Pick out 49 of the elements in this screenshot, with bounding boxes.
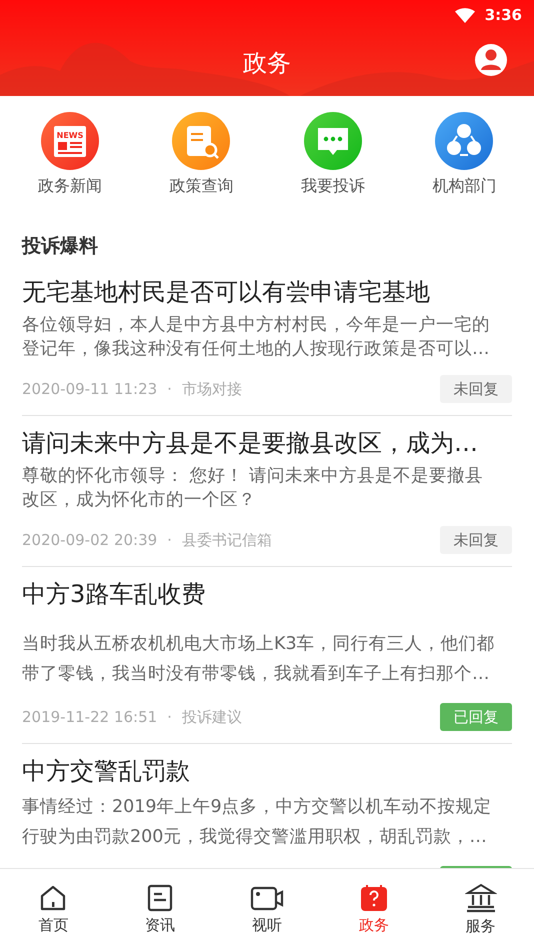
question-calendar-icon[interactable] [360,884,388,912]
post-category: 县委书记信箱 [182,530,272,550]
post-excerpt: 带了零钱，我当时没有带零钱，我就看到车子上有扫那个… [22,663,490,686]
post-excerpt: 行驶为由罚款200元，我觉得交警滥用职权，胡乱罚款，… [22,826,488,849]
wifi-icon [454,8,475,22]
document-search-icon[interactable] [172,112,230,170]
post-category: 市场对接 [182,380,242,398]
separator-dot: · [167,708,172,726]
nav-tab[interactable]: 政务 [320,869,428,949]
nav-tab[interactable]: 视听 [214,869,320,949]
post-title: 请问未来中方县是不是要撤县改区，成为… [22,428,479,459]
post-excerpt: 当时我从五桥农机机电大市场上K3车，同行有三人，他们都 [22,633,496,656]
shortcut-label[interactable]: 政务新闻 [38,176,102,197]
group-icon[interactable] [435,112,494,170]
post-excerpt: 各位领导妇，本人是中方县中方村村民，今年是一户一宅的 [22,314,491,337]
shortcut-label[interactable]: 政策查询 [169,176,234,197]
home-icon[interactable] [39,884,68,912]
newspaper-icon[interactable]: NEWS [40,112,99,170]
post-item[interactable]: 中方3路车乱收费 当时我从五桥农机机电大市场上K3车，同行有三人，他们都 带了零钱，我当时没有带零钱，我就看到车子上有扫那个… 2019-11-22 16:51 · 投诉建议 已回复 [22,567,512,744]
chat-bubble-icon[interactable] [304,112,362,170]
reply-status: 已回复 [440,703,512,731]
post-title: 中方交警乱罚款 [22,756,191,787]
post-date: 2020-09-02 20:39 [22,531,158,549]
section-title: 投诉爆料 [22,234,99,259]
reply-status: 未回复 [440,526,512,554]
document-icon[interactable] [146,884,174,912]
post-item[interactable]: 无宅基地村民是否可以有尝申请宅基地 各位领导妇，本人是中方县中方村村民，今年是一户一宅的 登记年，像我这种没有任何土地的人按现行政策是否可以… 2020-09-11 11:23 · 市场对接 未回复 [22,265,512,416]
post-excerpt: 尊敬的怀化市领导： 您好！ 请问未来中方县是不是要撤县 [22,465,484,488]
post-category: 投诉建议 [182,708,242,726]
post-excerpt: 登记年，像我这种没有任何土地的人按现行政策是否可以… [22,338,490,361]
shortcut-label[interactable]: 我要投诉 [300,176,365,197]
post-title: 无宅基地村民是否可以有尝申请宅基地 [22,277,431,308]
reply-status: 未回复 [440,375,512,403]
nav-tab[interactable]: 服务 [427,869,534,949]
post-title: 中方3路车乱收费 [22,579,206,610]
status-time: 3:36 [484,6,522,24]
post-item[interactable]: 请问未来中方县是不是要撤县改区，成为… 尊敬的怀化市领导： 您好！ 请问未来中方县是不是要撤县 改区，成为怀化市的一个区？ 2020-09-02 20:39 · 县委书记信箱 未回复 [22,416,512,567]
nav-tab[interactable]: 资讯 [106,869,214,949]
separator-dot: · [167,531,172,549]
bank-building-icon[interactable] [464,882,497,912]
shortcut-label[interactable]: 机构部门 [432,176,496,197]
post-date: 2020-09-11 11:23 [22,380,158,398]
user-avatar-icon[interactable] [474,43,508,77]
post-excerpt: 改区，成为怀化市的一个区？ [22,489,257,512]
nav-tab[interactable]: 首页 [0,869,107,949]
page-title: 政务 [243,48,291,79]
post-date: 2019-11-22 16:51 [22,708,158,726]
post-excerpt: 事情经过：2019年上午9点多，中方交警以机车动不按规定 [22,796,493,819]
separator-dot: · [167,380,172,398]
